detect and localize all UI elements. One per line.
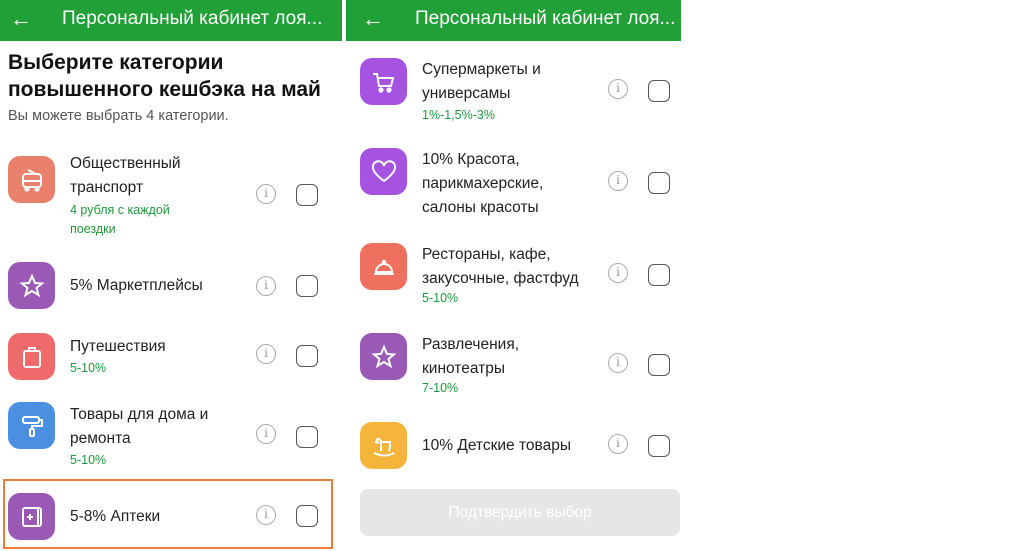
page-subtitle: Вы можете выбрать 4 категории.: [8, 108, 229, 124]
category-row-beauty[interactable]: 10% Красота, парикмахерские, салоны красот…: [346, 148, 681, 223]
info-icon[interactable]: i: [608, 171, 628, 191]
star-icon: [360, 333, 407, 380]
category-cashback: 5-10%: [70, 361, 107, 375]
category-row-entertainment[interactable]: Развлечения, кинотеатры 7-10% i: [346, 333, 681, 403]
app-bar: ← Персональный кабинет лоя...: [0, 0, 342, 41]
left-screen: ← Персональный кабинет лоя... Выберите к…: [0, 0, 342, 551]
category-checkbox[interactable]: [648, 172, 670, 194]
paint-roller-icon: [8, 402, 55, 449]
category-checkbox[interactable]: [296, 184, 318, 206]
right-screen: ← Персональный кабинет лоя... Супермарке…: [346, 0, 681, 551]
category-checkbox[interactable]: [296, 505, 318, 527]
category-label: 5-8% Аптеки: [70, 508, 161, 525]
category-row-pharmacies[interactable]: 5-8% Аптеки i: [0, 493, 342, 543]
app-bar-title: Персональный кабинет лоя...: [415, 8, 676, 29]
category-cashback: 7-10%: [422, 381, 459, 395]
back-arrow-icon[interactable]: ←: [10, 4, 32, 34]
category-row-home-repair[interactable]: Товары для дома и ремонта 5-10% i: [0, 402, 342, 472]
category-label: Рестораны, кафе, закусочные, фастфуд: [422, 246, 579, 287]
info-icon[interactable]: i: [256, 276, 276, 296]
category-cashback: 4 рубля с каждой поездки: [70, 203, 170, 236]
category-row-transport[interactable]: Общественный транспорт 4 рубля с каждой по…: [0, 152, 342, 242]
star-icon: [8, 262, 55, 309]
category-label: 10% Красота, парикмахерские, салоны красот…: [422, 151, 544, 216]
confirm-selection-button[interactable]: Подтвердить выбор: [360, 489, 680, 536]
cart-icon: [360, 58, 407, 105]
info-icon[interactable]: i: [256, 424, 276, 444]
category-checkbox[interactable]: [648, 264, 670, 286]
category-cashback: 1%-1,5%-3%: [422, 108, 495, 122]
heart-icon: [360, 148, 407, 195]
category-label: Развлечения, кинотеатры: [422, 336, 520, 377]
cloche-icon: [360, 243, 407, 290]
category-cashback: 5-10%: [70, 453, 107, 467]
category-checkbox[interactable]: [296, 345, 318, 367]
category-cashback: 5-10%: [422, 291, 459, 305]
info-icon[interactable]: i: [256, 505, 276, 525]
category-checkbox[interactable]: [296, 426, 318, 448]
info-icon[interactable]: i: [608, 353, 628, 373]
category-label: 5% Маркетплейсы: [70, 277, 203, 294]
category-row-restaurants[interactable]: Рестораны, кафе, закусочные, фастфуд 5-10…: [346, 243, 681, 313]
page-title: Выберите категории повышенного кешбэка н…: [8, 51, 321, 101]
info-icon[interactable]: i: [608, 79, 628, 99]
pharmacy-icon: [8, 493, 55, 540]
category-checkbox[interactable]: [648, 354, 670, 376]
info-icon[interactable]: i: [256, 344, 276, 364]
suitcase-icon: [8, 333, 55, 380]
category-row-travel[interactable]: Путешествия 5-10% i: [0, 333, 342, 383]
category-label: 10% Детские товары: [422, 437, 571, 454]
app-bar: ← Персональный кабинет лоя...: [346, 0, 681, 41]
category-row-marketplaces[interactable]: 5% Маркетплейсы i: [0, 262, 342, 312]
app-bar-title: Персональный кабинет лоя...: [62, 8, 323, 29]
category-checkbox[interactable]: [648, 435, 670, 457]
bus-icon: [8, 156, 55, 203]
info-icon[interactable]: i: [608, 434, 628, 454]
category-checkbox[interactable]: [648, 80, 670, 102]
back-arrow-icon[interactable]: ←: [362, 4, 384, 34]
category-row-kids-goods[interactable]: 10% Детские товары i: [346, 422, 681, 472]
category-row-supermarkets[interactable]: Супермаркеты и универсамы 1%-1,5%-3% i: [346, 58, 681, 128]
info-icon[interactable]: i: [256, 184, 276, 204]
category-label: Путешествия: [70, 338, 166, 355]
category-label: Супермаркеты и универсамы: [422, 61, 541, 102]
info-icon[interactable]: i: [608, 263, 628, 283]
rocking-horse-icon: [360, 422, 407, 469]
category-label: Товары для дома и ремонта: [70, 406, 209, 447]
category-checkbox[interactable]: [296, 275, 318, 297]
category-label: Общественный транспорт: [70, 155, 181, 196]
